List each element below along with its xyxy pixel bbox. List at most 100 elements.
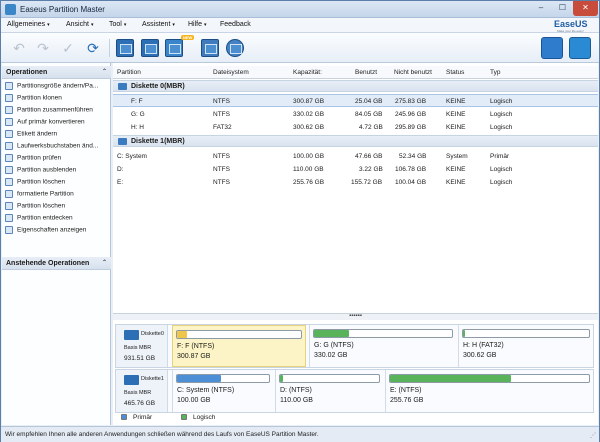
usage-bar: [313, 329, 453, 338]
disk-0-header[interactable]: Diskette 0(MBR): [113, 80, 598, 92]
col-status[interactable]: Status: [446, 69, 464, 76]
usage-fill: [314, 330, 349, 337]
app-icon: [5, 4, 16, 15]
backup-icon[interactable]: [541, 37, 563, 59]
table-row[interactable]: D: NTFS 110.00 GB 3.22 GB 106.78 GB KEIN…: [113, 163, 598, 176]
col-partition[interactable]: Partition: [117, 69, 141, 76]
col-capacity[interactable]: Kapazität:: [293, 69, 322, 76]
disk-map: Diskette0 Basis MBR 931.51 GB F: F (NTFS…: [113, 322, 598, 413]
pane-splitter[interactable]: ▪▪▪▪▪▪: [113, 313, 598, 320]
disk-1-header[interactable]: Diskette 1(MBR): [113, 135, 598, 147]
usage-bar: [176, 330, 302, 339]
hide-icon: [5, 166, 13, 174]
usage-bar: [279, 374, 380, 383]
label-icon: [5, 130, 13, 138]
menu-allgemeines[interactable]: Allgemeines ▾: [7, 21, 50, 28]
pending-operations-header[interactable]: Anstehende Operationen ⌃: [2, 257, 111, 270]
partition-panel: Partition Dateisystem Kapazität: Benutzt…: [113, 63, 598, 425]
disk-info[interactable]: Diskette1 Basis MBR 465.76 GB: [116, 370, 168, 412]
op-explore-partition[interactable]: Partition entdecken: [5, 214, 110, 224]
usage-bar: [389, 374, 590, 383]
op-change-drive-letter[interactable]: Laufwerksbuchstaben änd...: [5, 142, 110, 152]
drive-letter-icon: [5, 142, 13, 150]
legend-primary: Primär: [121, 414, 152, 421]
usage-fill: [280, 375, 283, 382]
data-recovery-icon[interactable]: [569, 37, 591, 59]
clone-icon: [5, 94, 13, 102]
redo-icon[interactable]: ↷: [33, 38, 53, 58]
col-filesystem[interactable]: Dateisystem: [213, 69, 249, 76]
apply-icon[interactable]: ✓: [58, 38, 78, 58]
delete-icon: [5, 178, 13, 186]
table-header: Partition Dateisystem Kapazität: Benutzt…: [113, 66, 598, 79]
minimize-button[interactable]: –: [530, 1, 552, 16]
menu-tool[interactable]: Tool ▾: [109, 21, 126, 28]
table-row[interactable]: E: NTFS 255.76 GB 155.72 GB 100.04 GB KE…: [113, 176, 598, 189]
col-used[interactable]: Benutzt: [355, 69, 377, 76]
resize-grip-icon[interactable]: ⋰: [590, 432, 596, 439]
table-row[interactable]: C: System NTFS 100.00 GB 47.66 GB 52.34 …: [113, 150, 598, 163]
usage-fill: [463, 330, 465, 337]
op-change-label[interactable]: Etikett ändern: [5, 130, 110, 140]
merge-icon: [5, 106, 13, 114]
col-unused[interactable]: Nicht benutzt: [394, 69, 432, 76]
partition-block[interactable]: G: G (NTFS) 330.02 GB: [309, 325, 456, 367]
partition-block[interactable]: E: (NTFS) 255.76 GB: [385, 370, 594, 412]
op-format-partition[interactable]: formatierte Partition: [5, 190, 110, 200]
op-delete-partition[interactable]: Partition löschen: [5, 178, 110, 188]
col-type[interactable]: Typ: [490, 69, 500, 76]
maximize-button[interactable]: ☐: [552, 1, 573, 16]
resize-icon: [5, 82, 13, 90]
op-clone-partition[interactable]: Partition klonen: [5, 94, 110, 104]
table-row[interactable]: H: H FAT32 300.62 GB 4.72 GB 295.89 GB K…: [113, 121, 598, 134]
status-message: Wir empfehlen Ihnen alle anderen Anwendu…: [5, 431, 319, 438]
window-title: Easeus Partition Master: [20, 5, 105, 14]
usage-fill: [177, 331, 187, 338]
disc-icon[interactable]: [226, 39, 244, 57]
explore-icon: [5, 214, 13, 222]
op-show-properties[interactable]: Eigenschaften anzeigen: [5, 226, 110, 236]
menu-bar: Allgemeines ▾ Ansicht ▾ Tool ▾ Assistent ▾ H…: [1, 18, 599, 33]
disk-icon: [118, 138, 127, 145]
format-icon: [5, 190, 13, 198]
partition-block[interactable]: D: (NTFS) 110.00 GB: [275, 370, 383, 412]
menu-hilfe[interactable]: Hilfe ▾: [188, 21, 207, 28]
undo-icon[interactable]: ↶: [9, 38, 29, 58]
app-window: Easeus Partition Master – ☐ ✕ Allgemeine…: [0, 0, 600, 442]
menu-feedback[interactable]: Feedback: [220, 21, 251, 28]
partition-block[interactable]: F: F (NTFS) 300.87 GB: [172, 325, 306, 367]
menu-ansicht[interactable]: Ansicht ▾: [66, 21, 93, 28]
op-wipe-partition[interactable]: Partition löschen: [5, 202, 110, 212]
legend: Primär Logisch: [113, 411, 598, 425]
refresh-icon[interactable]: ⟳: [83, 38, 103, 58]
op-resize-partition[interactable]: Partitionsgröße ändern/Pa...: [5, 82, 110, 92]
status-bar: Wir empfehlen Ihnen alle anderen Anwendu…: [1, 426, 599, 442]
legend-logical: Logisch: [181, 414, 215, 421]
new-badge: NEW: [181, 35, 195, 40]
op-merge-partition[interactable]: Partition zusammenführen: [5, 106, 110, 116]
collapse-icon[interactable]: ⌃: [102, 259, 107, 266]
collapse-icon[interactable]: ⌃: [102, 68, 107, 75]
op-hide-partition[interactable]: Partition ausblenden: [5, 166, 110, 176]
usage-fill: [390, 375, 511, 382]
op-check-partition[interactable]: Partition prüfen: [5, 154, 110, 164]
logical-swatch: [181, 414, 187, 421]
op-convert-primary[interactable]: Auf primär konvertieren: [5, 118, 110, 128]
table-row[interactable]: F: F NTFS 300.87 GB 25.04 GB 275.83 GB K…: [113, 94, 598, 107]
wipe-icon[interactable]: [201, 39, 219, 57]
cleanup-icon[interactable]: [165, 39, 183, 57]
menu-assistent[interactable]: Assistent ▾: [142, 21, 175, 28]
disk-copy-icon[interactable]: [141, 39, 159, 57]
partition-block[interactable]: H: H (FAT32) 300.62 GB: [458, 325, 594, 367]
disk-map-row-0: Diskette0 Basis MBR 931.51 GB F: F (NTFS…: [115, 324, 594, 368]
table-row[interactable]: G: G NTFS 330.02 GB 84.05 GB 245.96 GB K…: [113, 108, 598, 121]
close-button[interactable]: ✕: [573, 1, 598, 16]
partition-block[interactable]: C: System (NTFS) 100.00 GB: [172, 370, 273, 412]
toolbar: ↶ ↷ ✓ ⟳ NEW: [1, 33, 599, 63]
operations-header[interactable]: Operationen ⌃: [2, 66, 111, 79]
easeus-logo: EaseUS Make your life easy!: [554, 19, 588, 33]
disk-manage-icon[interactable]: [116, 39, 134, 57]
check-icon: [5, 154, 13, 162]
disk-info[interactable]: Diskette0 Basis MBR 931.51 GB: [116, 325, 168, 367]
usage-fill: [177, 375, 221, 382]
